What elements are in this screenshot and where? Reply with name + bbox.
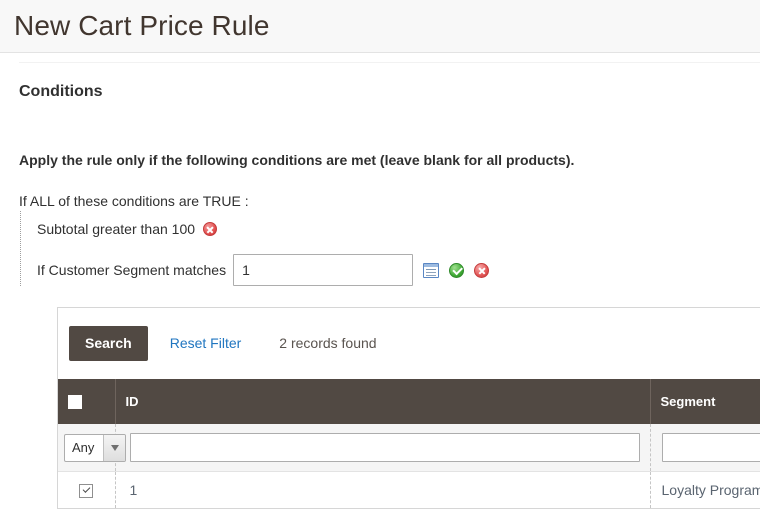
chevron-down-icon: [103, 434, 125, 461]
segment-value-input[interactable]: [233, 254, 414, 286]
row-cell-id: 1: [115, 471, 651, 509]
row-checkbox[interactable]: [79, 484, 94, 499]
rule-value-link[interactable]: TRUE: [203, 193, 241, 210]
customer-segment-grid: Search Reset Filter 2 records found ID S…: [57, 307, 760, 510]
rule-attribute-link[interactable]: Subtotal: [37, 221, 88, 238]
rule-mid-text: of these conditions are: [58, 193, 200, 209]
rule-value-text[interactable]: 100: [172, 221, 195, 238]
grid-body: Any 1 Loyalty Program: [58, 423, 760, 509]
chooser-lines: [426, 268, 437, 277]
delete-circle-icon[interactable]: [474, 262, 490, 278]
select-filter-value: Any: [72, 440, 95, 456]
reset-filter-link[interactable]: Reset Filter: [170, 335, 242, 351]
rule-children: Subtotal greater than 100 If Customer Se…: [20, 211, 760, 286]
page-title: New Cart Price Rule: [14, 10, 270, 41]
records-found-label: 2 records found: [279, 335, 377, 352]
filter-cell-select: Any: [58, 423, 126, 473]
chooser-list-icon[interactable]: [423, 262, 440, 278]
grid-table: ID Segment Any 1 Loyalty Program: [58, 378, 760, 509]
grid-toolbar: Search Reset Filter 2 records found: [58, 308, 760, 379]
row-cell-segment: Loyalty Program: [650, 471, 760, 509]
rule-row-subtotal: Subtotal greater than 100: [37, 211, 760, 237]
segment-operator-link[interactable]: matches: [173, 262, 226, 279]
select-all-checkbox[interactable]: [68, 395, 82, 410]
segment-label-prefix: If Customer Segment: [37, 262, 170, 278]
segment-row-label: If Customer Segment matches: [37, 262, 226, 278]
rule-row-customer-segment: If Customer Segment matches: [37, 237, 760, 286]
content-area: Conditions Apply the rule only if the fo…: [0, 83, 760, 510]
filter-cell-segment: [650, 423, 760, 473]
grid-header-row: ID Segment: [58, 378, 760, 424]
id-filter-input[interactable]: [129, 433, 640, 463]
apply-check-icon[interactable]: [449, 262, 465, 278]
filter-cell-id: [115, 423, 651, 473]
conditions-intro-text: Apply the rule only if the following con…: [19, 152, 575, 168]
conditions-heading: Conditions: [19, 83, 103, 100]
grid-header-select-all[interactable]: [58, 378, 116, 424]
rule-if-word: If: [19, 193, 27, 209]
grid-header-id[interactable]: ID: [115, 378, 651, 424]
page-header: New Cart Price Rule: [0, 0, 760, 53]
grid-header-segment[interactable]: Segment: [650, 378, 760, 424]
segment-filter-input[interactable]: [661, 433, 760, 463]
grid-head: ID Segment: [58, 378, 760, 424]
table-row[interactable]: 1 Loyalty Program: [58, 471, 760, 509]
rule-aggregator-link[interactable]: ALL: [30, 193, 54, 210]
remove-circle-icon[interactable]: [202, 222, 217, 236]
search-button[interactable]: Search: [69, 326, 148, 361]
rule-operator-link[interactable]: greater than: [92, 221, 168, 238]
rule-colon: :: [244, 193, 249, 209]
rule-tree: If ALL of these conditions are TRUE : Su…: [19, 191, 760, 286]
segment-row-actions: [423, 262, 490, 278]
select-filter-dropdown[interactable]: Any: [64, 433, 126, 462]
section-divider: [19, 62, 760, 63]
rule-root-line: If ALL of these conditions are TRUE :: [19, 191, 760, 211]
grid-filter-row: Any: [58, 423, 760, 473]
row-cell-select: [58, 471, 116, 509]
